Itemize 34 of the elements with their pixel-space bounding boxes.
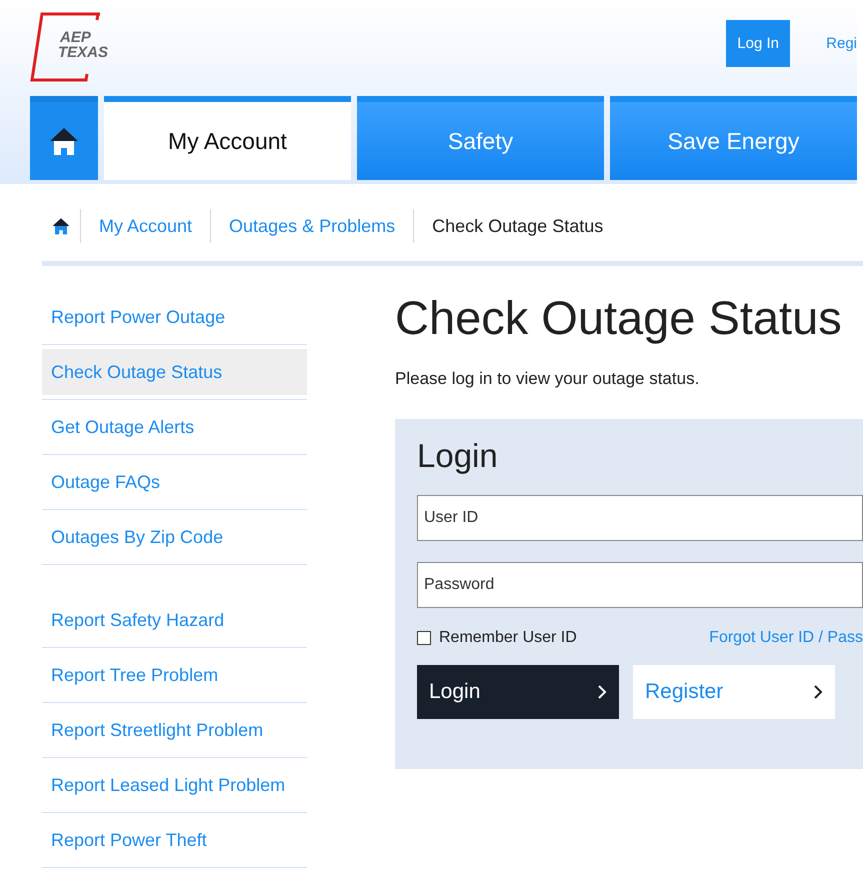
remember-checkbox[interactable]	[417, 631, 431, 645]
sidebar-link[interactable]: Get Outage Alerts	[42, 404, 307, 450]
login-title: Login	[417, 437, 499, 475]
intro-text: Please log in to view your outage status.	[395, 369, 700, 389]
page-title: Check Outage Status	[395, 290, 843, 345]
header-link[interactable]: Regi	[826, 35, 857, 52]
user-id-field[interactable]: User ID	[417, 495, 863, 541]
nav-tab[interactable]: Safety	[357, 96, 604, 180]
sidebar-link[interactable]: Report Leased Light Problem	[42, 762, 307, 808]
chevron-icon	[597, 684, 607, 700]
sidebar-link[interactable]: Check Outage Status	[42, 349, 307, 395]
password-field[interactable]: Password	[417, 562, 863, 608]
login-button[interactable]: Login	[417, 665, 619, 719]
sidebar-link[interactable]: Report Power Theft	[42, 817, 307, 863]
breadcrumb-link[interactable]: Check Outage Status	[413, 208, 622, 242]
chevron-icon	[813, 684, 823, 700]
nav-tab[interactable]: My Account	[104, 96, 351, 180]
sidebar-link[interactable]: Outages By Zip Code	[42, 514, 307, 560]
sidebar-link[interactable]: Report Power Outage	[42, 294, 307, 340]
log-in-button[interactable]: Log In	[726, 20, 790, 67]
home-icon[interactable]	[52, 216, 70, 234]
sidebar-link[interactable]: Report Safety Hazard	[42, 597, 307, 643]
home-tab[interactable]	[30, 96, 98, 180]
sidebar-link[interactable]: Outage FAQs	[42, 459, 307, 505]
remember-label: Remember User ID	[439, 629, 577, 647]
sidebar-link[interactable]: Report Streetlight Problem	[42, 707, 307, 753]
breadcrumb-link[interactable]: My Account	[80, 208, 210, 242]
home-icon	[49, 126, 79, 156]
forgot-link[interactable]: Forgot User ID / Pass	[709, 629, 863, 647]
nav-tab[interactable]: Save Energy	[610, 96, 857, 180]
breadcrumb-link[interactable]: Outages & Problems	[210, 208, 414, 242]
company-logo[interactable]: AEP TEXAS	[30, 12, 120, 82]
sidebar-link[interactable]: Report Tree Problem	[42, 652, 307, 698]
register-button[interactable]: Register	[633, 665, 835, 719]
